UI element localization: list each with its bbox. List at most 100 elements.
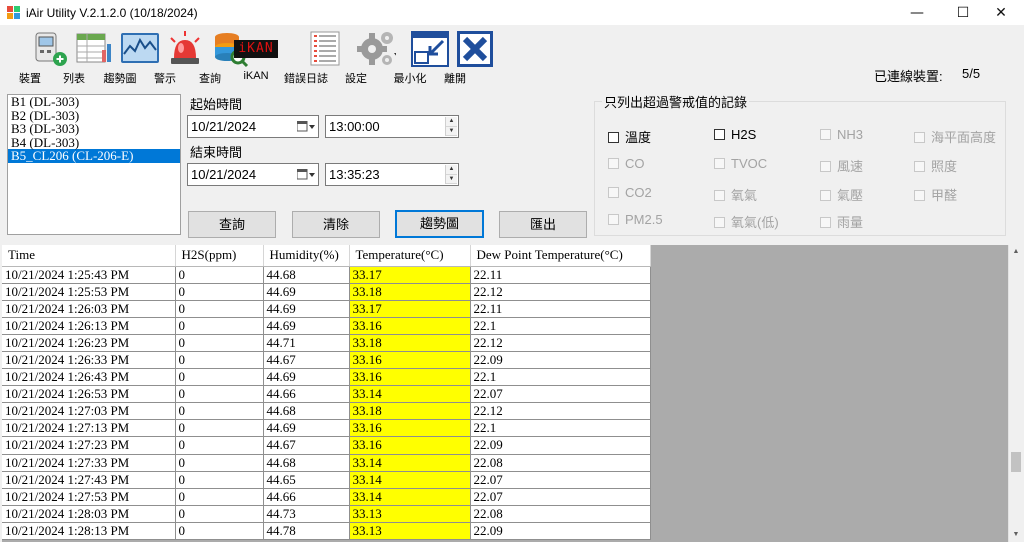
table-row[interactable]: 10/21/2024 1:27:33 PM 0 44.68 33.14 22.08 — [2, 454, 651, 472]
trend-chart-button[interactable]: 趨勢圖 — [395, 210, 484, 238]
table-cell[interactable]: 44.66 — [263, 385, 350, 404]
table-cell[interactable]: 44.67 — [263, 436, 350, 455]
table-cell[interactable]: 10/21/2024 1:26:53 PM — [2, 385, 176, 404]
device-list[interactable]: B1 (DL-303) B2 (DL-303) B3 (DL-303) B4 (… — [7, 94, 181, 235]
device-item[interactable]: B2 (DL-303) — [8, 108, 180, 123]
table-cell[interactable]: 22.1 — [470, 368, 651, 387]
table-row[interactable]: 10/21/2024 1:28:13 PM 0 44.78 33.13 22.09 — [2, 522, 651, 541]
table-cell[interactable]: 44.78 — [263, 522, 350, 541]
table-row[interactable]: 10/21/2024 1:27:03 PM 0 44.68 33.18 22.12 — [2, 402, 651, 421]
table-cell[interactable]: 0 — [175, 385, 264, 404]
table-row[interactable]: 10/21/2024 1:26:13 PM 0 44.69 33.16 22.1 — [2, 317, 651, 335]
table-cell[interactable]: 33.16 — [349, 317, 471, 335]
table-cell[interactable]: 33.14 — [349, 488, 471, 506]
table-row[interactable]: 10/21/2024 1:25:53 PM 0 44.69 33.18 22.12 — [2, 283, 651, 301]
table-cell[interactable]: 10/21/2024 1:26:33 PM — [2, 351, 176, 370]
table-cell[interactable]: 10/21/2024 1:25:43 PM — [2, 266, 176, 284]
table-cell[interactable]: 22.07 — [470, 488, 651, 506]
toolbar-exit-button[interactable]: 離開 — [435, 28, 493, 86]
scroll-up-icon[interactable]: ▲ — [1009, 245, 1023, 259]
table-cell[interactable]: 22.09 — [470, 436, 651, 455]
start-time-spinner[interactable]: ▲ ▼ — [445, 117, 457, 136]
spin-up-icon[interactable]: ▲ — [446, 165, 457, 175]
table-cell[interactable]: 44.69 — [263, 317, 350, 335]
table-row[interactable]: 10/21/2024 1:26:23 PM 0 44.71 33.18 22.12 — [2, 334, 651, 352]
table-row[interactable]: 10/21/2024 1:27:53 PM 0 44.66 33.14 22.07 — [2, 488, 651, 506]
toolbar-minimize-button[interactable]: 最小化 — [391, 28, 449, 86]
checkbox-icon[interactable] — [714, 129, 725, 140]
table-cell[interactable]: 44.73 — [263, 505, 350, 523]
table-cell[interactable]: 22.12 — [470, 334, 651, 352]
table-cell[interactable]: 0 — [175, 368, 264, 387]
calendar-dropdown-icon[interactable] — [297, 121, 315, 132]
table-cell[interactable]: 0 — [175, 266, 264, 284]
filter-h2s-checkbox[interactable]: H2S — [714, 127, 756, 142]
clear-button[interactable]: 清除 — [292, 211, 380, 238]
table-cell[interactable]: 10/21/2024 1:27:33 PM — [2, 454, 176, 472]
table-cell[interactable]: 0 — [175, 317, 264, 335]
table-row[interactable]: 10/21/2024 1:28:03 PM 0 44.73 33.13 22.08 — [2, 505, 651, 523]
table-cell[interactable]: 0 — [175, 471, 264, 489]
filter-temperature-checkbox[interactable]: 溫度 — [608, 127, 651, 146]
table-cell[interactable]: 0 — [175, 522, 264, 541]
table-cell[interactable]: 22.08 — [470, 454, 651, 472]
table-cell[interactable]: 22.12 — [470, 402, 651, 421]
table-cell[interactable]: 10/21/2024 1:27:43 PM — [2, 471, 176, 489]
table-cell[interactable]: 10/21/2024 1:26:43 PM — [2, 368, 176, 387]
table-cell[interactable]: 10/21/2024 1:28:03 PM — [2, 505, 176, 523]
table-row[interactable]: 10/21/2024 1:27:23 PM 0 44.67 33.16 22.09 — [2, 436, 651, 455]
table-cell[interactable]: 22.08 — [470, 505, 651, 523]
table-cell[interactable]: 33.18 — [349, 402, 471, 421]
table-cell[interactable]: 33.14 — [349, 454, 471, 472]
table-cell[interactable]: 10/21/2024 1:26:23 PM — [2, 334, 176, 352]
table-cell[interactable]: 33.13 — [349, 505, 471, 523]
table-cell[interactable]: 22.11 — [470, 300, 651, 318]
table-cell[interactable]: 33.17 — [349, 300, 471, 318]
toolbar-error-log-button[interactable]: 錯誤日誌 — [284, 28, 340, 86]
table-cell[interactable]: 10/21/2024 1:27:23 PM — [2, 436, 176, 455]
vertical-scrollbar[interactable]: ▲ ▼ — [1008, 245, 1022, 542]
table-cell[interactable]: 33.14 — [349, 471, 471, 489]
query-button[interactable]: 查詢 — [188, 211, 276, 238]
table-row[interactable]: 10/21/2024 1:26:43 PM 0 44.69 33.16 22.1 — [2, 368, 651, 387]
table-cell[interactable]: 0 — [175, 300, 264, 318]
table-cell[interactable]: 44.68 — [263, 266, 350, 284]
start-date-picker[interactable]: 10/21/2024 — [187, 115, 319, 138]
table-cell[interactable]: 10/21/2024 1:28:13 PM — [2, 522, 176, 541]
table-cell[interactable]: 22.1 — [470, 419, 651, 438]
table-cell[interactable]: 0 — [175, 436, 264, 455]
table-cell[interactable]: 0 — [175, 419, 264, 438]
device-item-selected[interactable]: B5_CL206 (CL-206-E) — [8, 149, 180, 163]
table-row[interactable]: 10/21/2024 1:25:43 PM 0 44.68 33.17 22.11 — [2, 266, 651, 284]
table-cell[interactable]: 44.65 — [263, 471, 350, 489]
table-cell[interactable]: 10/21/2024 1:25:53 PM — [2, 283, 176, 301]
calendar-dropdown-icon[interactable] — [297, 169, 315, 180]
table-cell[interactable]: 33.16 — [349, 368, 471, 387]
table-cell[interactable]: 22.07 — [470, 471, 651, 489]
end-time-spinner[interactable]: ▲ ▼ — [445, 165, 457, 184]
table-row[interactable]: 10/21/2024 1:26:03 PM 0 44.69 33.17 22.11 — [2, 300, 651, 318]
start-time-field[interactable]: 13:00:00 ▲ ▼ — [325, 115, 459, 138]
table-cell[interactable]: 10/21/2024 1:26:13 PM — [2, 317, 176, 335]
table-cell[interactable]: 10/21/2024 1:27:03 PM — [2, 402, 176, 421]
toolbar-alarm-button[interactable]: 警示 — [146, 28, 200, 86]
table-cell[interactable]: 33.18 — [349, 334, 471, 352]
table-cell[interactable]: 10/21/2024 1:27:13 PM — [2, 419, 176, 438]
checkbox-icon[interactable] — [608, 132, 619, 143]
table-cell[interactable]: 22.11 — [470, 266, 651, 284]
toolbar-query-button[interactable]: 查詢 — [192, 28, 249, 86]
toolbar-ikan-button[interactable]: iKAN iKAN — [234, 28, 278, 86]
table-cell[interactable]: 44.69 — [263, 419, 350, 438]
table-cell[interactable]: 33.14 — [349, 385, 471, 404]
spin-down-icon[interactable]: ▼ — [446, 174, 457, 184]
column-header[interactable]: H2S(ppm) — [175, 245, 264, 267]
table-cell[interactable]: 33.16 — [349, 419, 471, 438]
table-cell[interactable]: 22.09 — [470, 522, 651, 541]
data-grid[interactable]: Time H2S(ppm) Humidity(%) Temperature(°C) De… — [2, 245, 1008, 542]
spin-up-icon[interactable]: ▲ — [446, 117, 457, 127]
minimize-window-button[interactable]: — — [894, 0, 940, 26]
column-header[interactable]: Temperature(°C) — [349, 245, 471, 267]
table-row[interactable]: 10/21/2024 1:27:13 PM 0 44.69 33.16 22.1 — [2, 419, 651, 438]
table-cell[interactable]: 44.68 — [263, 454, 350, 472]
table-row[interactable]: 10/21/2024 1:26:53 PM 0 44.66 33.14 22.07 — [2, 385, 651, 404]
